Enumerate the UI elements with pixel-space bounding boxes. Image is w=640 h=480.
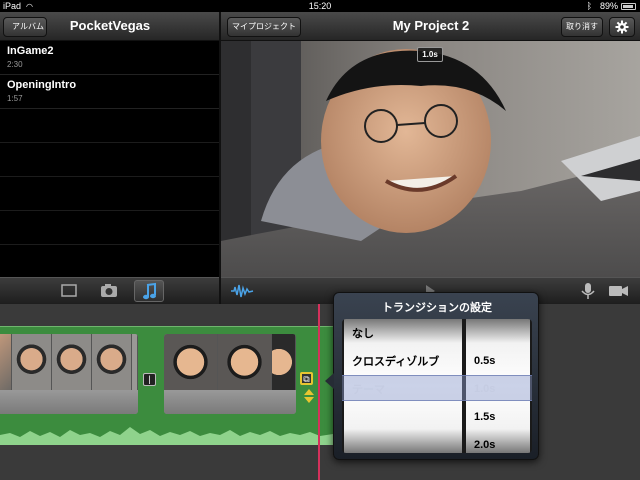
video-viewer[interactable]: 1.0s [221,41,640,277]
media-filter-toolbar [0,277,219,304]
audio-waveform-button[interactable] [227,280,257,302]
timeline-clip[interactable] [164,334,296,414]
clip-frame [218,334,272,390]
audio-filter-button[interactable] [134,280,164,302]
transition-time-badge: 1.0s [417,47,443,62]
clip-frames [0,334,138,390]
empty-row [0,211,219,245]
transition-resize-arrows-icon[interactable] [303,389,315,403]
camera-icon [101,284,117,297]
project-title: My Project 2 [392,18,470,33]
video-frame-icon [61,284,77,297]
clip-list: InGame2 2:30 OpeningIntro 1:57 [0,41,219,279]
empty-row [0,143,219,177]
clip-duration: 1:57 [7,94,23,103]
clip-frame [52,334,92,390]
empty-row [0,245,219,279]
clip-base [164,390,296,414]
clip-name: InGame2 [7,45,54,57]
clip-frame [0,334,12,390]
transition-marker[interactable]: | [143,373,156,386]
clip-duration: 2:30 [7,60,23,69]
project-navbar: マイプロジェクト My Project 2 取り消す [221,12,640,41]
viewer-frame-image [221,41,640,277]
music-note-icon [143,282,156,300]
clip-frames [164,334,296,390]
picker-selection-band [342,375,532,401]
record-video-button[interactable] [603,280,633,302]
clip-row-ingame2[interactable]: InGame2 2:30 [0,41,219,75]
video-filter-button[interactable] [54,280,84,302]
waveform-icon [231,284,254,298]
timeline-clip[interactable] [0,334,138,414]
video-camera-icon [609,286,628,296]
battery-icon [621,3,636,10]
clip-name: OpeningIntro [7,79,77,91]
video-track: | ⧉ [0,326,333,445]
clip-frame [12,334,52,390]
duration-option[interactable]: 0.5s [474,355,495,367]
project-timeline[interactable]: | ⧉ [0,304,640,480]
battery-percent: 89% [599,1,618,11]
transition-picker: なし クロスディゾルブ テーマ 0.5s 1.0s 1.5s 2.0s [342,319,532,453]
empty-row [0,177,219,211]
clip-base [0,390,138,414]
imovie-screen: iPad ◠ 15:20 ᛒ 89% アルバム PocketVegas マイプロ… [0,0,640,480]
clip-frame [164,334,218,390]
style-option[interactable]: なし [352,325,374,341]
selected-transition-marker[interactable]: ⧉ [300,372,313,385]
popover-title: トランジションの設定 [382,302,492,314]
playhead[interactable] [318,304,320,480]
settings-button[interactable] [609,17,635,37]
duration-option[interactable]: 1.5s [474,411,495,423]
transition-settings-popover: トランジションの設定 なし クロスディゾルブ テーマ 0.5s 1.0s 1.5… [325,292,539,460]
clip-frame [132,334,138,390]
album-back-button[interactable]: アルバム [3,17,47,37]
empty-row [0,109,219,143]
style-option[interactable]: クロスディゾルブ [352,353,439,369]
media-browser-title: PocketVegas [69,18,151,33]
gear-icon [615,20,629,34]
my-projects-button[interactable]: マイプロジェクト [227,17,301,37]
popover-arrow [325,373,334,389]
clip-frame [92,334,132,390]
audio-waveform [0,427,333,445]
bluetooth-icon: ᛒ [586,1,592,11]
clock: 15:20 [308,1,332,11]
microphone-icon [581,283,595,299]
undo-button[interactable]: 取り消す [561,17,603,37]
media-browser-navbar: アルバム PocketVegas [0,12,219,41]
clip-row-openingintro[interactable]: OpeningIntro 1:57 [0,75,219,109]
status-bar: iPad ◠ 15:20 ᛒ 89% [0,0,640,12]
photo-filter-button[interactable] [94,280,124,302]
voiceover-button[interactable] [573,280,603,302]
duration-option[interactable]: 2.0s [474,439,495,451]
clip-frame [272,334,296,390]
